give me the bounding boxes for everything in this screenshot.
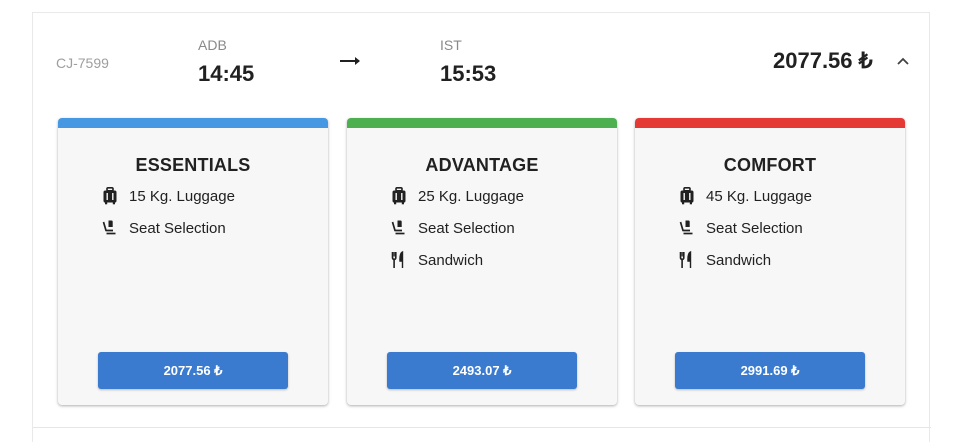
fare-title: ADVANTAGE — [425, 155, 539, 175]
fare-accent-bar — [58, 118, 328, 128]
fare-accent-bar — [347, 118, 617, 128]
fare-title: COMFORT — [723, 155, 817, 175]
feature-meal: Sandwich — [679, 248, 771, 272]
luggage-icon — [679, 187, 695, 205]
origin-airport: ADB — [198, 37, 227, 53]
fare-accent-bar — [635, 118, 905, 128]
select-essentials-button[interactable]: 2077.56 ₺ — [98, 352, 288, 389]
feature-label: Sandwich — [706, 251, 772, 269]
feature-luggage: 15 Kg. Luggage — [102, 184, 235, 208]
fare-title: ESSENTIALS — [135, 155, 251, 175]
feature-meal: Sandwich — [391, 248, 483, 272]
fare-card-essentials: ESSENTIALS 15 Kg. Luggage Seat Selection… — [58, 118, 328, 405]
feature-seat: Seat Selection — [679, 216, 803, 240]
meal-icon — [391, 251, 407, 269]
flight-price: 2077.56 ₺ — [773, 48, 873, 73]
feature-label: Seat Selection — [129, 219, 226, 237]
seat-icon — [679, 219, 695, 237]
feature-seat: Seat Selection — [102, 216, 226, 240]
feature-label: 45 Kg. Luggage — [706, 187, 812, 205]
fare-card-advantage: ADVANTAGE 25 Kg. Luggage Seat Selection … — [347, 118, 617, 405]
arrival-time: 15:53 — [440, 61, 497, 86]
feature-label: Seat Selection — [418, 219, 515, 237]
select-comfort-button[interactable]: 2991.69 ₺ — [675, 352, 865, 389]
feature-seat: Seat Selection — [391, 216, 515, 240]
fare-card-comfort: COMFORT 45 Kg. Luggage Seat Selection Sa… — [635, 118, 905, 405]
luggage-icon — [102, 187, 118, 205]
seat-icon — [391, 219, 407, 237]
luggage-icon — [391, 187, 407, 205]
seat-icon — [102, 219, 118, 237]
feature-label: 15 Kg. Luggage — [129, 187, 235, 205]
chevron-up-icon[interactable] — [896, 56, 910, 66]
departure-time: 14:45 — [198, 61, 255, 86]
flight-header[interactable]: CJ-7599 ADB 14:45 IST 15:53 2077.56 ₺ — [33, 13, 931, 108]
meal-icon — [679, 251, 695, 269]
feature-label: Sandwich — [418, 251, 484, 269]
flight-code: CJ-7599 — [56, 55, 109, 71]
panel-divider — [33, 427, 931, 428]
feature-label: 25 Kg. Luggage — [418, 187, 524, 205]
feature-luggage: 25 Kg. Luggage — [391, 184, 524, 208]
select-advantage-button[interactable]: 2493.07 ₺ — [387, 352, 577, 389]
feature-luggage: 45 Kg. Luggage — [679, 184, 812, 208]
destination-airport: IST — [440, 37, 462, 53]
arrow-right-icon — [340, 57, 360, 65]
feature-label: Seat Selection — [706, 219, 803, 237]
flight-panel: CJ-7599 ADB 14:45 IST 15:53 2077.56 ₺ ES… — [32, 12, 931, 442]
